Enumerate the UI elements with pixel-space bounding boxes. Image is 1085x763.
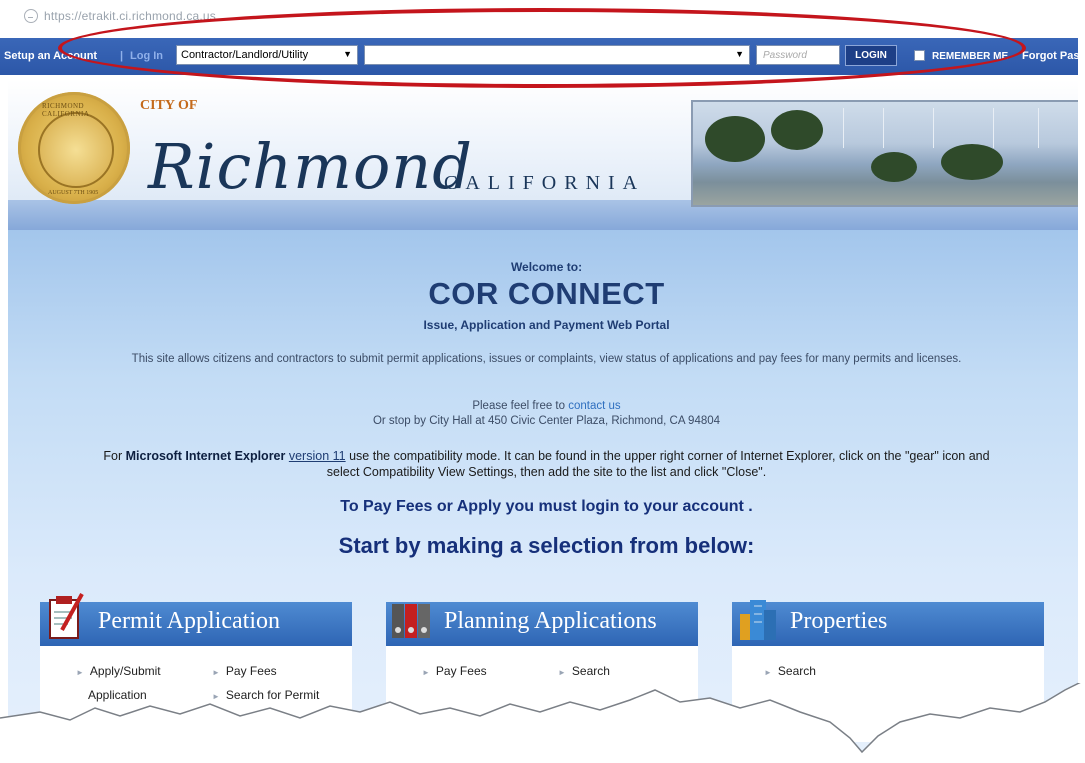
header-banner: RICHMOND CALIFORNIA AUGUST 7TH 1905 CITY…: [8, 80, 1085, 230]
marina-photo: [691, 100, 1084, 207]
highlight-oval: [58, 8, 1026, 88]
seal-inner: [38, 112, 114, 188]
page-title: COR CONNECT: [428, 276, 665, 311]
main-content: Welcome to: COR CONNECT Issue, Applicati…: [8, 230, 1085, 763]
screenshot-frame: https://etrakit.ci.richmond.ca.us Setup …: [0, 0, 1085, 763]
secure-lock-icon: [24, 9, 38, 23]
contact-line: Please feel free to contact us: [8, 400, 1085, 412]
planning-panel-title: Planning Applications: [444, 608, 657, 634]
forgot-password-link[interactable]: Forgot Pas: [1022, 50, 1079, 62]
contact-prefix: Please feel free to: [472, 400, 566, 412]
planning-panel-header[interactable]: Planning Applications: [386, 602, 698, 646]
properties-panel-title: Properties: [790, 608, 888, 634]
ie-compatibility-note: For Microsoft Internet Explorer version …: [8, 448, 1085, 480]
selection-heading: Start by making a selection from below:: [338, 533, 755, 558]
bullet-arrow-icon: ►: [76, 668, 84, 677]
binders-icon: [392, 604, 430, 638]
clipboard-pen-icon: [49, 593, 84, 639]
welcome-label: Welcome to:: [510, 260, 583, 274]
apply-submit-link-line2[interactable]: Application: [88, 688, 147, 702]
bullet-arrow-icon: ►: [558, 668, 566, 677]
bullet-arrow-icon: ►: [422, 668, 430, 677]
properties-panel: Properties ► Search: [732, 600, 1044, 742]
bullet-arrow-icon: ►: [212, 668, 220, 677]
permit-panel-title: Permit Application: [98, 608, 280, 634]
seal-bottom-text: AUGUST 7TH 1905: [48, 190, 99, 196]
bullet-arrow-icon: ►: [764, 668, 772, 677]
state-label: CALIFORNIA: [444, 172, 646, 194]
planning-pay-fees-link[interactable]: ► Pay Fees: [422, 664, 487, 678]
properties-panel-header[interactable]: Properties: [732, 600, 1044, 646]
city-seal-logo: RICHMOND CALIFORNIA AUGUST 7TH 1905: [18, 92, 130, 204]
permit-panel-header[interactable]: Permit Application: [40, 593, 352, 646]
contact-us-link[interactable]: contact us: [568, 400, 620, 412]
city-name-logo: Richmond: [148, 130, 473, 203]
ie-version-link[interactable]: version 11: [289, 449, 346, 463]
city-of-label: CITY OF: [140, 98, 198, 113]
ie-prefix: For: [103, 449, 123, 463]
bullet-arrow-icon: ►: [212, 692, 220, 701]
properties-search-link[interactable]: ► Search: [764, 664, 816, 678]
planning-search-link[interactable]: ► Search: [558, 664, 610, 678]
ie-instructions: use the compatibility mode. It can be fo…: [326, 449, 990, 479]
ie-name: Microsoft Internet Explorer: [125, 449, 286, 463]
buildings-icon: [740, 600, 776, 640]
pay-fees-notice: To Pay Fees or Apply you must login to y…: [340, 498, 753, 515]
city-hall-address: Or stop by City Hall at 450 Civic Center…: [372, 415, 721, 427]
planning-applications-panel: Planning Applications ► Pay Fees ► Search: [386, 602, 698, 742]
pay-fees-link[interactable]: ► Pay Fees: [212, 664, 277, 678]
apply-submit-link[interactable]: ► Apply/Submit: [76, 664, 161, 678]
permit-application-panel: Permit Application ► Apply/Submit Applica…: [40, 593, 352, 742]
search-permit-link[interactable]: ► Search for Permit: [212, 688, 319, 702]
site-description: This site allows citizens and contractor…: [131, 353, 962, 365]
seal-top-text: RICHMOND CALIFORNIA: [42, 102, 90, 118]
page-subtitle: Issue, Application and Payment Web Porta…: [423, 318, 670, 332]
